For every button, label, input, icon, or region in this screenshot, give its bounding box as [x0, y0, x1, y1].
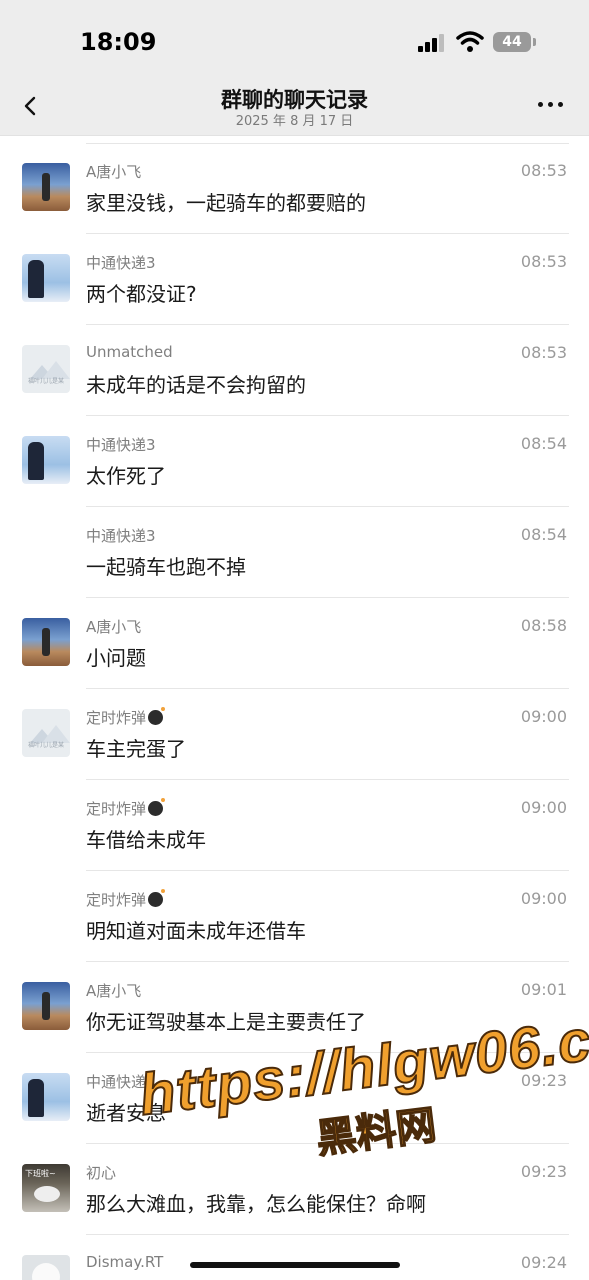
- message-text: 两个都没证?: [86, 282, 197, 306]
- sender-name: 中通快递3: [86, 434, 156, 455]
- status-time: 18:09: [80, 28, 157, 56]
- message-text: 车借给未成年: [86, 828, 206, 852]
- nav-bar: 群聊的聊天记录 2025 年 8 月 17 日: [0, 80, 589, 136]
- home-indicator[interactable]: [190, 1262, 400, 1268]
- message-text: 小问题: [86, 646, 146, 670]
- bomb-icon: [148, 707, 166, 725]
- message-time: 09:00: [520, 707, 567, 726]
- message-text: 车主完蛋了: [86, 737, 186, 761]
- avatar[interactable]: 下班啦~: [22, 1164, 70, 1212]
- avatar[interactable]: [22, 436, 70, 484]
- sender-name-text: 定时炸弹: [86, 891, 147, 909]
- sender-name-text: 中通快递3: [86, 527, 156, 545]
- avatar[interactable]: [22, 163, 70, 211]
- sender-name: 初心: [86, 1162, 116, 1183]
- sender-name: 定时炸弹: [86, 889, 166, 910]
- sender-name-text: A唐小飞: [86, 163, 142, 181]
- cellular-signal-icon: [418, 34, 448, 52]
- avatar[interactable]: [22, 1073, 70, 1121]
- sender-name-text: Dismay.RT: [86, 1253, 164, 1271]
- message-time: 08:53: [520, 343, 567, 362]
- sender-name-text: 定时炸弹: [86, 800, 147, 818]
- message-item[interactable]: A唐小飞 08:53 家里没钱，一起骑车的都要赔的: [0, 143, 589, 234]
- avatar-caption: 福叶儿儿是某: [27, 742, 64, 749]
- more-dots-icon[interactable]: [534, 94, 568, 114]
- message-text: 家里没钱，一起骑车的都要赔的: [86, 191, 366, 215]
- sender-name-text: 定时炸弹: [86, 709, 147, 727]
- message-item[interactable]: 中通快递3 08:54 太作死了: [0, 416, 589, 507]
- message-item[interactable]: 定时炸弹 09:00 明知道对面未成年还借车: [0, 871, 589, 962]
- battery-icon: 44: [493, 32, 536, 52]
- message-time: 09:24: [520, 1253, 567, 1272]
- sender-name-text: 中通快递3: [86, 436, 156, 454]
- message-item[interactable]: Dismay.RT 09:24: [0, 1235, 589, 1280]
- message-item[interactable]: 定时炸弹 09:00 车借给未成年: [0, 780, 589, 871]
- sender-name-text: Unmatched: [86, 343, 173, 361]
- avatar-caption: 下班啦~: [25, 1169, 56, 1178]
- message-item[interactable]: 福叶儿儿是某 Unmatched 08:53 未成年的话是不会拘留的: [0, 325, 589, 416]
- message-text: 一起骑车也跑不掉: [86, 555, 246, 579]
- message-time: 08:53: [520, 252, 567, 271]
- sender-name: A唐小飞: [86, 616, 141, 637]
- avatar[interactable]: 福叶儿儿是某: [22, 709, 70, 757]
- message-item[interactable]: 福叶儿儿是某 定时炸弹 09:00 车主完蛋了: [0, 689, 589, 780]
- message-time: 09:23: [520, 1162, 567, 1181]
- message-text: 明知道对面未成年还借车: [86, 919, 306, 943]
- message-time: 08:54: [520, 525, 567, 544]
- message-item[interactable]: A唐小飞 08:58 小问题: [0, 598, 589, 689]
- sender-name-text: 中通快递3: [86, 254, 156, 272]
- avatar[interactable]: 福叶儿儿是某: [22, 345, 70, 393]
- sender-name: Unmatched: [86, 343, 173, 361]
- avatar[interactable]: [22, 982, 70, 1030]
- sender-name: A唐小飞: [86, 980, 141, 1001]
- avatar[interactable]: [22, 254, 70, 302]
- message-time: 08:54: [520, 434, 567, 453]
- message-text: 太作死了: [86, 464, 166, 488]
- sender-name: 定时炸弹: [86, 707, 166, 728]
- sender-name-text: A唐小飞: [86, 982, 142, 1000]
- message-text: 你无证驾驶基本上是主要责任了: [86, 1010, 366, 1034]
- message-text: 未成年的话是不会拘留的: [86, 373, 306, 397]
- sender-name: 中通快递3: [86, 525, 156, 546]
- bomb-icon: [148, 889, 166, 907]
- message-text: 那么大滩血，我靠，怎么能保住？命啊: [86, 1192, 426, 1216]
- sender-name: A唐小飞: [86, 161, 141, 182]
- page-subtitle: 2025 年 8 月 17 日: [235, 114, 354, 129]
- message-item[interactable]: 下班啦~ 初心 09:23 那么大滩血，我靠，怎么能保住？命啊: [0, 1144, 589, 1235]
- sender-name: Dismay.RT: [86, 1253, 163, 1271]
- status-bar: 18:09 44: [0, 0, 589, 80]
- sender-name-text: A唐小飞: [86, 618, 142, 636]
- message-time: 08:53: [520, 161, 567, 180]
- message-time: 09:00: [520, 889, 567, 908]
- message-item[interactable]: 中通快递3 08:54 一起骑车也跑不掉: [0, 507, 589, 598]
- message-time: 09:00: [520, 798, 567, 817]
- message-time: 08:58: [520, 616, 567, 635]
- sender-name: 定时炸弹: [86, 798, 166, 819]
- avatar[interactable]: [22, 618, 70, 666]
- bomb-icon: [148, 798, 166, 816]
- avatar-caption: 福叶儿儿是某: [27, 378, 64, 385]
- sender-name-text: 初心: [86, 1164, 117, 1182]
- wifi-icon: [456, 31, 484, 52]
- message-item[interactable]: 中通快递3 08:53 两个都没证?: [0, 234, 589, 325]
- avatar[interactable]: [22, 1255, 70, 1280]
- sender-name: 中通快递3: [86, 252, 156, 273]
- message-time: 09:01: [520, 980, 567, 999]
